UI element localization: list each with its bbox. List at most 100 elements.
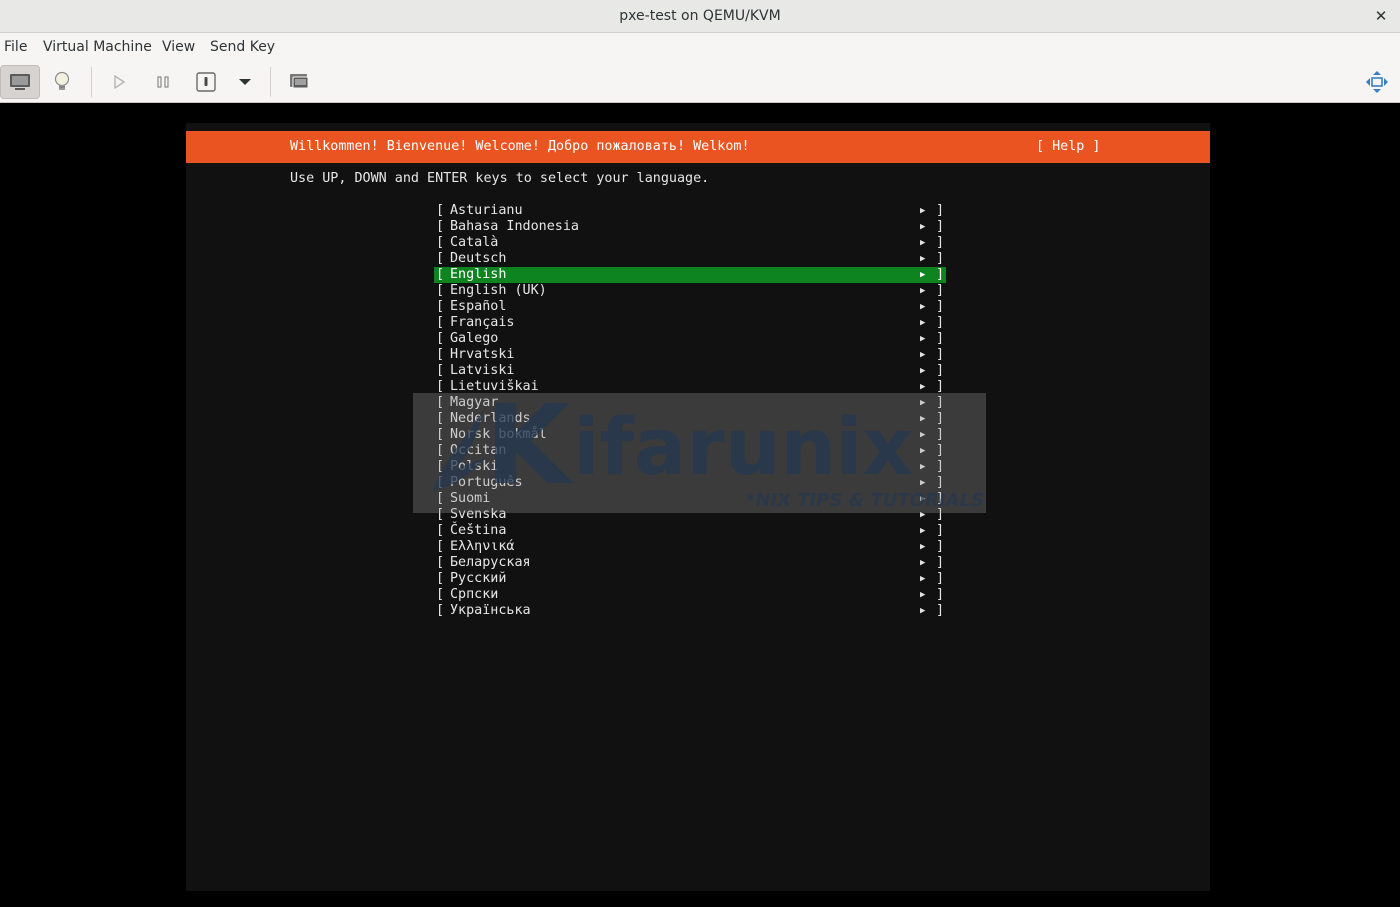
arrow-right-icon: ▶	[920, 318, 926, 328]
menubar: File Virtual Machine View Send Key	[0, 33, 1400, 61]
installer-screen: Willkommen! Bienvenue! Welcome! Добро по…	[186, 123, 1210, 891]
bracket-left: [	[436, 395, 445, 410]
help-button[interactable]: [ Help ]	[1036, 131, 1101, 163]
bracket-right: ]	[936, 523, 945, 538]
language-option[interactable]: [Norsk bokmål ▶]	[434, 427, 946, 443]
bracket-left: [	[436, 331, 445, 346]
bracket-left: [	[436, 507, 445, 522]
language-label: English (UK)	[450, 283, 547, 298]
lightbulb-icon[interactable]	[42, 65, 82, 99]
arrow-right-icon: ▶	[920, 366, 926, 376]
pause-icon[interactable]	[143, 65, 183, 99]
language-list: [Asturianu ▶] [Bahasa Indonesia ▶] [Català ▶]…	[434, 203, 946, 619]
bracket-right: ]	[936, 299, 945, 314]
language-label: Norsk bokmål	[450, 427, 547, 442]
language-label: Suomi	[450, 491, 491, 506]
bracket-right: ]	[936, 539, 945, 554]
language-option[interactable]: [Magyar ▶]	[434, 395, 946, 411]
bracket-right: ]	[936, 331, 945, 346]
bracket-left: [	[436, 603, 445, 618]
language-option[interactable]: [Occitan ▶]	[434, 443, 946, 459]
language-label: Čeština	[450, 523, 507, 538]
language-option[interactable]: [Galego ▶]	[434, 331, 946, 347]
arrow-right-icon: ▶	[920, 542, 926, 552]
bracket-left: [	[436, 363, 445, 378]
language-option[interactable]: [Polski ▶]	[434, 459, 946, 475]
arrow-right-icon: ▶	[920, 350, 926, 360]
arrow-right-icon: ▶	[920, 590, 926, 600]
bracket-left: [	[436, 427, 445, 442]
language-option[interactable]: [Hrvatski ▶]	[434, 347, 946, 363]
language-option[interactable]: [Українська ▶]	[434, 603, 946, 619]
snapshots-icon[interactable]	[279, 65, 319, 99]
language-label: Lietuviškai	[450, 379, 539, 394]
language-label: Svenska	[450, 507, 507, 522]
language-label: Magyar	[450, 395, 499, 410]
language-label: English	[450, 267, 507, 282]
language-option[interactable]: [ Latviski ▶]	[434, 363, 946, 379]
language-label: Hrvatski	[450, 347, 515, 362]
language-option[interactable]: [Lietuviškai ▶]	[434, 379, 946, 395]
bracket-left: [	[436, 219, 445, 234]
language-option[interactable]: [Nederlands ▶]	[434, 411, 946, 427]
bracket-right: ]	[936, 251, 945, 266]
installer-header: Willkommen! Bienvenue! Welcome! Добро по…	[186, 131, 1210, 163]
dropdown-arrow-icon[interactable]	[225, 65, 265, 99]
language-option[interactable]: [Беларуская ▶]	[434, 555, 946, 571]
language-option[interactable]: [Српски ▶]	[434, 587, 946, 603]
language-option[interactable]: [Svenska ▶]	[434, 507, 946, 523]
bracket-right: ]	[936, 363, 945, 378]
bracket-left: [	[436, 539, 445, 554]
bracket-left: [	[436, 555, 445, 570]
menu-virtual-machine[interactable]: Virtual Machine	[43, 33, 152, 61]
arrow-right-icon: ▶	[920, 510, 926, 520]
menu-file[interactable]: File	[4, 33, 27, 61]
arrow-right-icon: ▶	[920, 382, 926, 392]
welcome-text: Willkommen! Bienvenue! Welcome! Добро по…	[290, 139, 750, 154]
language-label: Ελληνικά	[450, 539, 515, 554]
language-option[interactable]: [ Ελληνικά ▶]	[434, 539, 946, 555]
language-label: Nederlands	[450, 411, 531, 426]
language-option[interactable]: [Čeština ▶]	[434, 523, 946, 539]
language-label: Latviski	[450, 363, 515, 378]
bracket-right: ]	[936, 235, 945, 250]
arrow-right-icon: ▶	[920, 222, 926, 232]
language-option[interactable]: [Català ▶]	[434, 235, 946, 251]
bracket-left: [	[436, 587, 445, 602]
console-icon[interactable]	[0, 65, 40, 99]
close-icon[interactable]: ✕	[1370, 5, 1392, 27]
toolbar	[0, 61, 1400, 103]
arrow-right-icon: ▶	[920, 606, 926, 616]
bracket-left: [	[436, 251, 445, 266]
language-label: Беларуская	[450, 555, 531, 570]
arrow-right-icon: ▶	[920, 286, 926, 296]
language-label: Galego	[450, 331, 499, 346]
menu-view[interactable]: View	[162, 33, 195, 61]
language-option[interactable]: [Deutsch ▶]	[434, 251, 946, 267]
language-label: Català	[450, 235, 499, 250]
vm-display[interactable]: Willkommen! Bienvenue! Welcome! Добро по…	[0, 103, 1400, 907]
language-option[interactable]: [Português ▶]	[434, 475, 946, 491]
bracket-left: [	[436, 347, 445, 362]
play-icon[interactable]	[99, 65, 139, 99]
bracket-right: ]	[936, 315, 945, 330]
language-option[interactable]: [Español ▶]	[434, 299, 946, 315]
language-option[interactable]: [English ▶]	[434, 267, 946, 283]
language-option[interactable]: [Bahasa Indonesia ▶]	[434, 219, 946, 235]
bracket-left: [	[436, 459, 445, 474]
language-label: Deutsch	[450, 251, 507, 266]
bracket-right: ]	[936, 219, 945, 234]
bracket-left: [	[436, 235, 445, 250]
fullscreen-icon[interactable]	[1357, 65, 1397, 99]
arrow-right-icon: ▶	[920, 414, 926, 424]
language-option[interactable]: [Suomi ▶]	[434, 491, 946, 507]
bracket-left: [	[436, 315, 445, 330]
menu-send-key[interactable]: Send Key	[210, 33, 275, 61]
language-option[interactable]: [Français ▶]	[434, 315, 946, 331]
arrow-right-icon: ▶	[920, 462, 926, 472]
language-option[interactable]: [English (UK) ▶]	[434, 283, 946, 299]
language-option[interactable]: [Русский ▶]	[434, 571, 946, 587]
language-option[interactable]: [Asturianu ▶]	[434, 203, 946, 219]
power-icon[interactable]	[186, 65, 226, 99]
bracket-left: [	[436, 571, 445, 586]
